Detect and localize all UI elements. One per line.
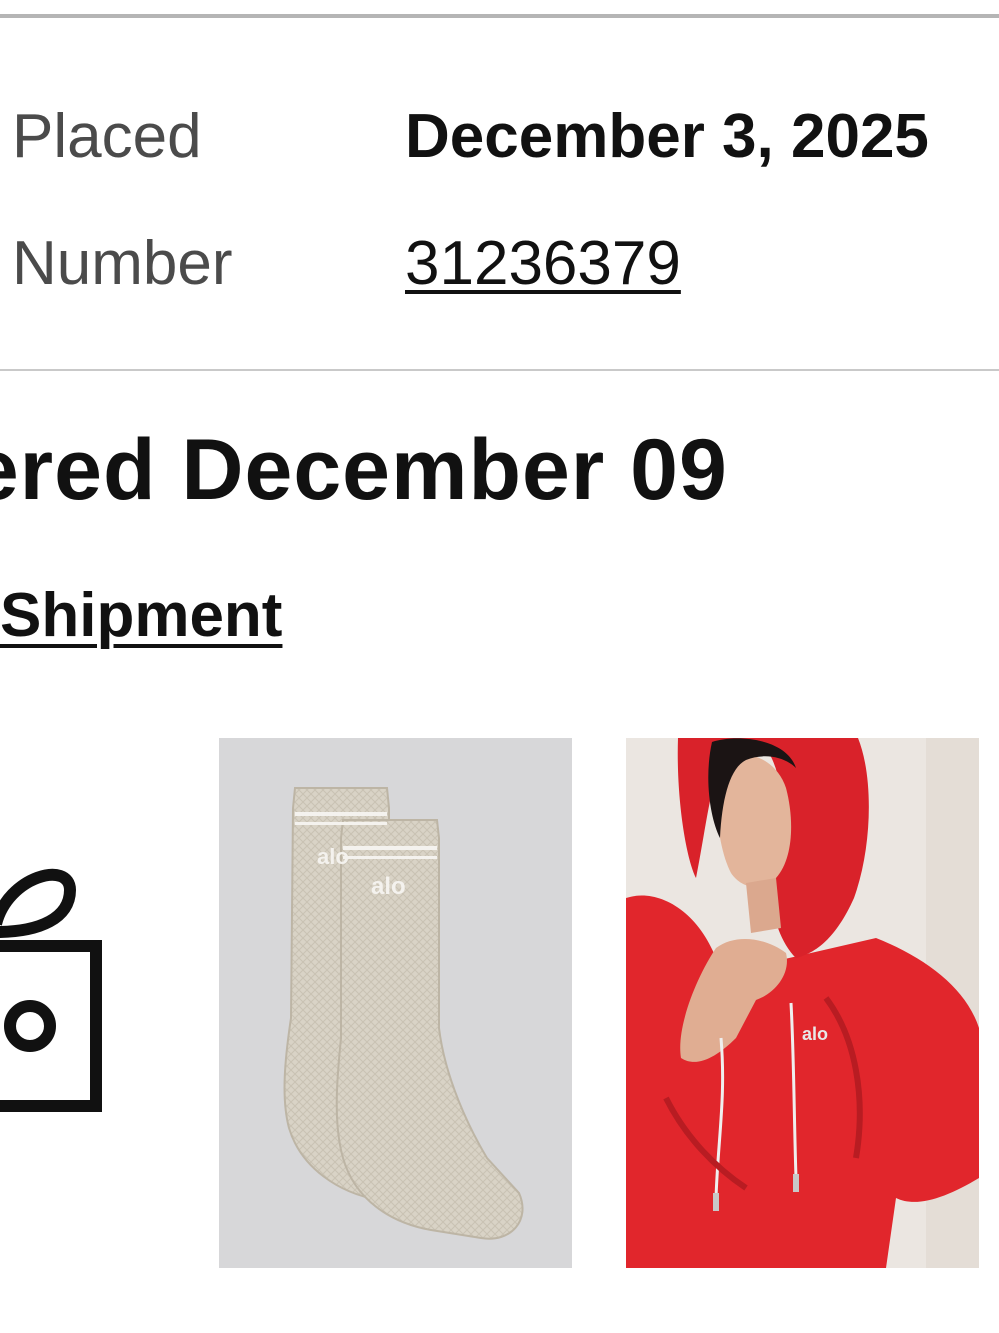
hoodie-logo: alo <box>802 1024 828 1044</box>
order-number-row: Number 31236379 <box>0 224 999 304</box>
red-hoodie-image: alo <box>626 738 979 1268</box>
gift-icon <box>0 868 102 1112</box>
placed-label: Placed <box>12 102 202 171</box>
number-label: Number <box>12 229 233 298</box>
product-image-socks[interactable]: alo alo <box>219 738 572 1268</box>
shipment-link[interactable]: Shipment <box>0 578 282 654</box>
socks-image: alo alo <box>283 787 524 1240</box>
top-divider <box>0 14 999 18</box>
placed-row: Placed December 3, 2025 <box>0 97 999 177</box>
placed-date: December 3, 2025 <box>405 102 929 171</box>
product-image-hoodie[interactable]: alo <box>626 738 979 1268</box>
delivery-status-heading: vered December 09 <box>0 422 728 518</box>
section-divider <box>0 369 999 371</box>
order-number-link[interactable]: 31236379 <box>405 224 681 304</box>
sock-logo-front: alo <box>371 873 406 900</box>
sock-logo-back: alo <box>317 844 349 869</box>
order-details-page: Placed December 3, 2025 Number 31236379 … <box>0 0 999 1333</box>
